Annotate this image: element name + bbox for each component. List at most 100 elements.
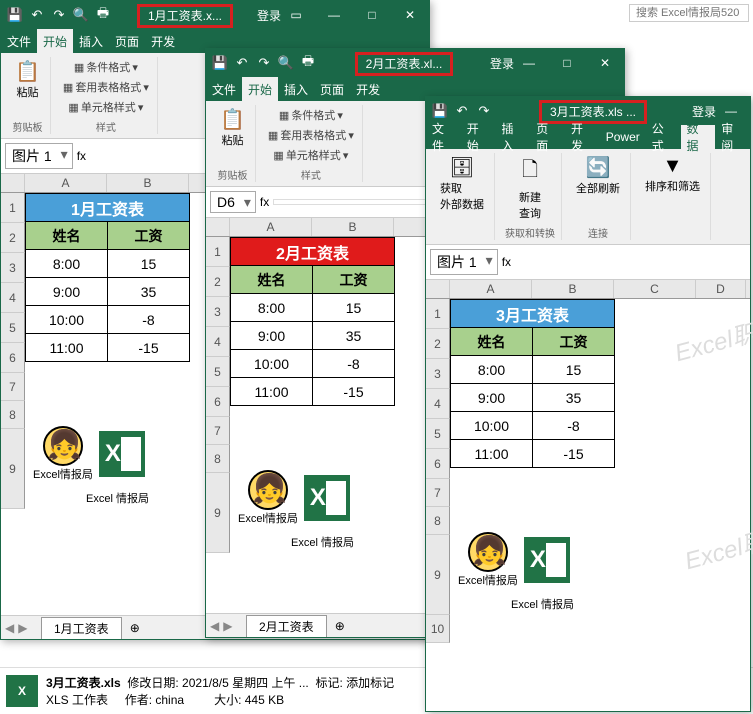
col-C[interactable]: C [614, 280, 696, 298]
minimize-icon[interactable]: — [514, 56, 544, 70]
logo-bureau-2: Excel情报局 [230, 462, 395, 534]
ribbon-display-icon[interactable]: ▭ [281, 8, 311, 22]
titlebar-win1: 💾 ↶ ↷ 🔍 🖶 1月工资表.x... 登录 ▭ — □ ✕ [1, 1, 429, 29]
undo-icon[interactable]: ↶ [452, 101, 472, 121]
cellfmt-button[interactable]: ▦ 单元格样式 ▾ [66, 97, 145, 117]
close-icon[interactable]: ✕ [590, 56, 620, 70]
menu-insert[interactable]: 插入 [278, 77, 314, 101]
logo-bureau-1: Excel情报局 [25, 418, 190, 490]
avatar-icon [468, 532, 508, 572]
row-2[interactable]: 2 [1, 223, 25, 253]
save-icon[interactable]: 💾 [210, 53, 230, 73]
tab-nav-first-icon[interactable]: ◀ [5, 621, 14, 635]
ribbon-win3: 🗄获取 外部数据 🗋新建 查询 获取和转换 🔄全部刷新 连接 ▼排序和筛选 [426, 149, 750, 245]
minimize-icon[interactable]: — [716, 104, 746, 118]
menu-dev[interactable]: 开发 [350, 77, 386, 101]
minimize-icon[interactable]: — [319, 8, 349, 22]
tab-nav-icon[interactable]: ◀ [210, 619, 219, 633]
preview-icon[interactable]: 🔍 [71, 5, 91, 25]
col-A[interactable]: A [230, 218, 312, 236]
col-B[interactable]: B [312, 218, 394, 236]
login-button[interactable]: 登录 [257, 7, 281, 24]
add-sheet-icon[interactable]: ⊕ [130, 621, 140, 635]
menu-home[interactable]: 开始 [37, 29, 73, 53]
cellfmt-button[interactable]: ▦ 单元格样式 ▾ [271, 145, 350, 165]
redo-icon[interactable]: ↷ [49, 5, 69, 25]
newquery-button[interactable]: 🗋新建 查询 [515, 153, 545, 223]
titlebar-win2: 💾 ↶ ↷ 🔍 🖶 2月工资表.xl... 登录 — □ ✕ [206, 49, 624, 77]
menu-home[interactable]: 开始 [242, 77, 278, 101]
getdata-button[interactable]: 🗄获取 外部数据 [436, 153, 488, 214]
refresh-button[interactable]: 🔄全部刷新 [572, 153, 624, 198]
row-6[interactable]: 6 [1, 343, 25, 373]
namebox-win3[interactable]: 图片 1 [430, 249, 498, 275]
menu-page[interactable]: 页面 [109, 29, 145, 53]
tab-nav-last-icon[interactable]: ▶ [18, 621, 27, 635]
row-1[interactable]: 1 [1, 193, 25, 223]
maximize-icon[interactable]: □ [552, 56, 582, 70]
menu-page[interactable]: 页面 [314, 77, 350, 101]
close-icon[interactable]: ✕ [395, 8, 425, 22]
filename-win1: 1月工资表.x... [137, 4, 233, 28]
redo-icon[interactable]: ↷ [254, 53, 274, 73]
print-icon[interactable]: 🖶 [93, 5, 113, 25]
file-type-icon: X [6, 675, 38, 707]
save-icon[interactable]: 💾 [430, 101, 450, 121]
select-all[interactable] [206, 218, 230, 236]
print-icon[interactable]: 🖶 [298, 53, 318, 73]
menu-insert[interactable]: 插入 [73, 29, 109, 53]
namebox-win2[interactable]: D6 [210, 191, 256, 213]
row-7[interactable]: 7 [1, 373, 25, 401]
filename-win2: 2月工资表.xl... [355, 52, 454, 76]
row-3[interactable]: 3 [1, 253, 25, 283]
save-icon[interactable]: 💾 [5, 5, 25, 25]
avatar-icon [248, 470, 288, 510]
data-table-1: 1月工资表 姓名工资 8:0015 9:0035 10:00-8 11:00-1… [25, 193, 190, 362]
col-A[interactable]: A [25, 174, 107, 192]
paste-button[interactable]: 📋粘贴 [216, 105, 249, 150]
col-A[interactable]: A [450, 280, 532, 298]
col-B[interactable]: B [107, 174, 189, 192]
sheet-tab-1[interactable]: 1月工资表 [41, 617, 122, 639]
row-4[interactable]: 4 [1, 283, 25, 313]
col-B[interactable]: B [532, 280, 614, 298]
menu-file[interactable]: 文件 [206, 77, 242, 101]
excel-icon [304, 475, 350, 521]
sheet-tab-2[interactable]: 2月工资表 [246, 615, 327, 637]
tablefmt-button[interactable]: ▦ 套用表格格式 ▾ [266, 125, 356, 145]
fx-icon[interactable]: fx [502, 255, 511, 269]
styles-label: 样式 [96, 117, 116, 134]
table-title: 1月工资表 [26, 194, 190, 222]
condfmt-button[interactable]: ▦ 条件格式 ▾ [72, 57, 140, 77]
row-5[interactable]: 5 [1, 313, 25, 343]
tablefmt-button[interactable]: ▦ 套用表格格式 ▾ [61, 77, 151, 97]
tab-nav-icon[interactable]: ▶ [223, 619, 232, 633]
maximize-icon[interactable]: □ [357, 8, 387, 22]
data-table-3: 3月工资表 姓名工资 8:0015 9:0035 10:00-8 11:00-1… [450, 299, 615, 468]
search-input[interactable] [629, 4, 749, 22]
sortfilter-button[interactable]: ▼排序和筛选 [641, 153, 704, 196]
add-sheet-icon[interactable]: ⊕ [335, 619, 345, 633]
row-9[interactable]: 9 [1, 429, 25, 509]
fx-icon[interactable]: fx [260, 195, 269, 209]
preview-icon[interactable]: 🔍 [276, 53, 296, 73]
namebox-win1[interactable]: 图片 1 [5, 143, 73, 169]
undo-icon[interactable]: ↶ [27, 5, 47, 25]
login-button[interactable]: 登录 [490, 55, 514, 72]
condfmt-button[interactable]: ▦ 条件格式 ▾ [277, 105, 345, 125]
clipboard-label: 剪贴板 [12, 117, 42, 134]
redo-icon[interactable]: ↷ [474, 101, 494, 121]
excel-icon [524, 537, 570, 583]
undo-icon[interactable]: ↶ [232, 53, 252, 73]
login-button[interactable]: 登录 [692, 103, 716, 120]
select-all[interactable] [426, 280, 450, 298]
menubar-win3: 文件 开始 插入 页面 开发 Power 公式 数据 审阅 [426, 125, 750, 149]
menu-file[interactable]: 文件 [1, 29, 37, 53]
logo-bureau-3: Excel情报局 [450, 524, 615, 596]
row-8[interactable]: 8 [1, 401, 25, 429]
paste-button[interactable]: 📋粘贴 [11, 57, 44, 102]
menu-dev[interactable]: 开发 [145, 29, 181, 53]
col-D[interactable]: D [696, 280, 746, 298]
select-all[interactable] [1, 174, 25, 192]
fx-icon[interactable]: fx [77, 149, 86, 163]
